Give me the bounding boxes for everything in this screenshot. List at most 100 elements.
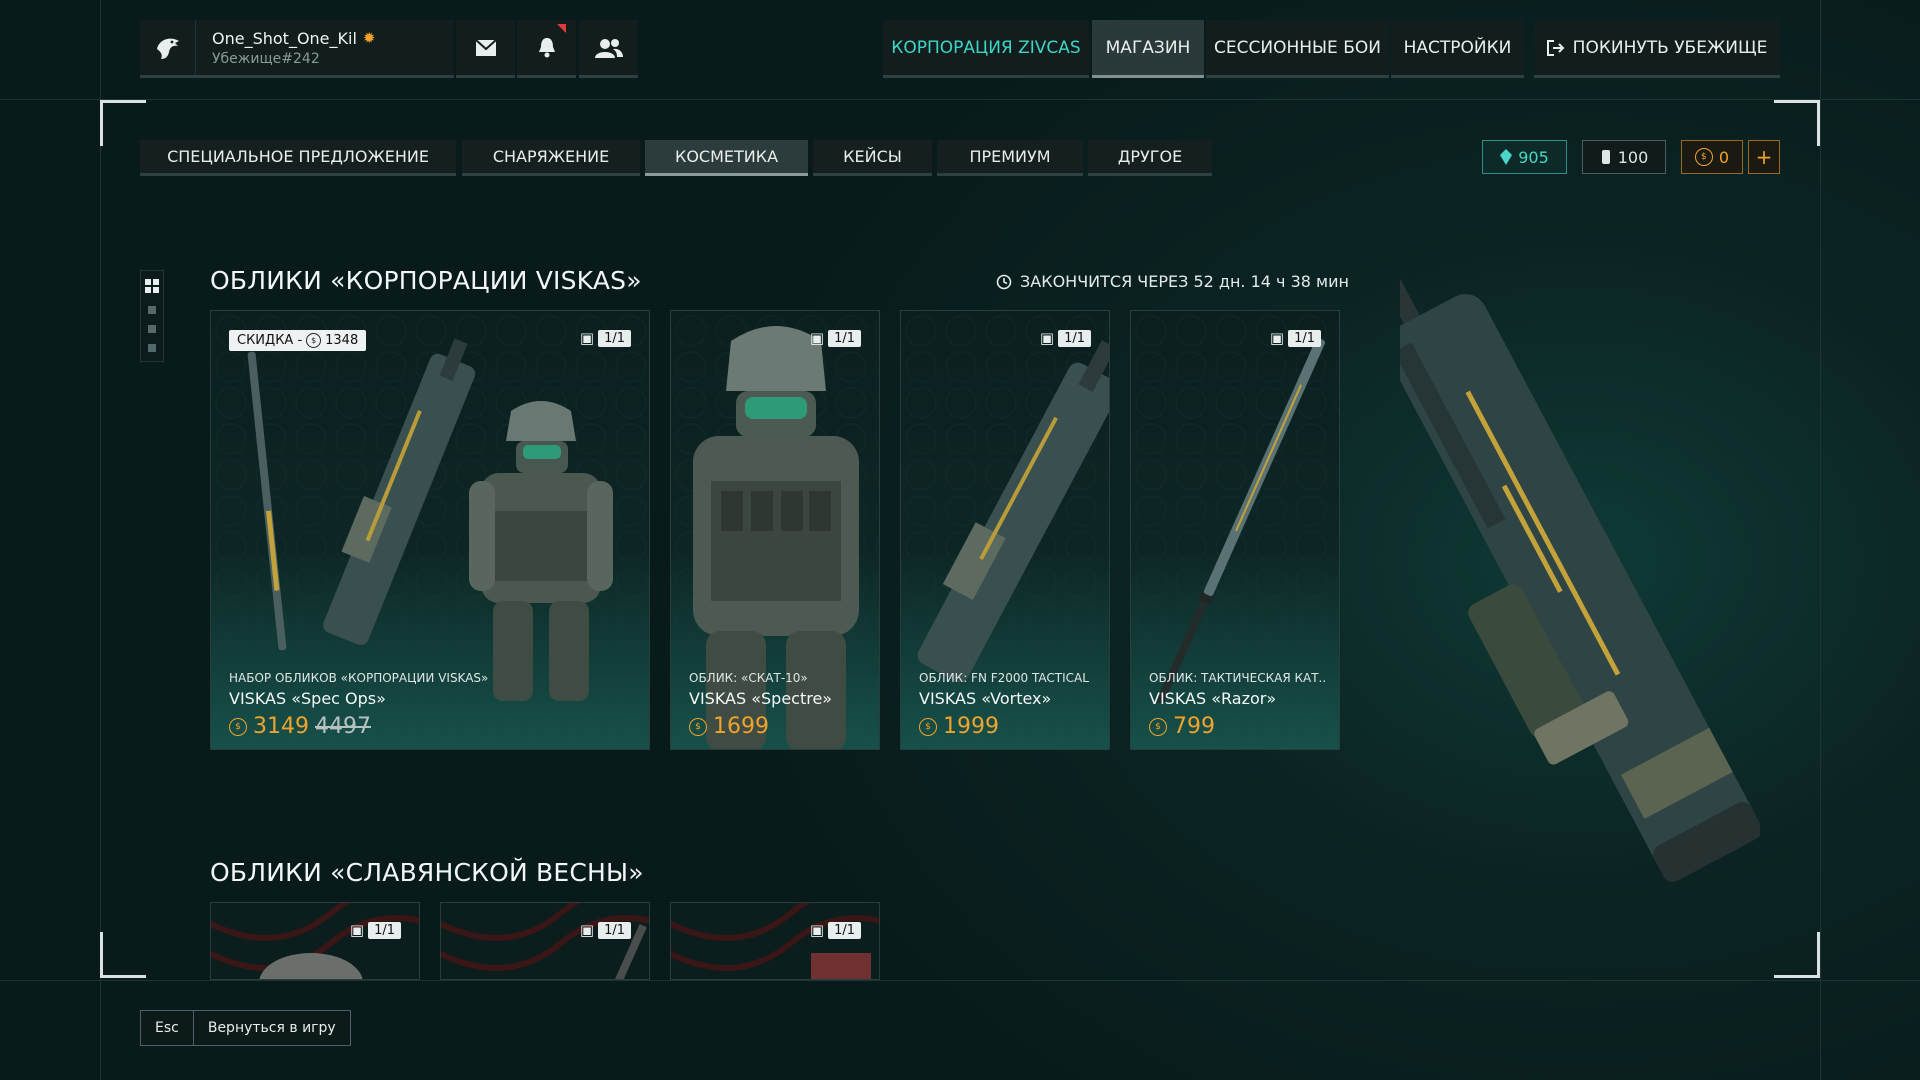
coin-icon: $ bbox=[919, 717, 937, 736]
box-icon: ▣ bbox=[1269, 329, 1285, 347]
crystals-value: 905 bbox=[1518, 147, 1549, 167]
token-icon bbox=[1601, 150, 1610, 164]
price-value: 799 bbox=[1173, 714, 1215, 739]
card-price: $ 1999 bbox=[919, 714, 999, 739]
return-to-game-button[interactable]: Esc Вернуться в игру bbox=[140, 1010, 351, 1046]
leave-shelter-label: ПОКИНУТЬ УБЕЖИЩЕ bbox=[1572, 37, 1768, 58]
stock-badge: ▣ 1/1 bbox=[1040, 329, 1091, 347]
tokens-value: 100 bbox=[1617, 147, 1649, 167]
bell-icon bbox=[538, 37, 555, 57]
price-value: 3149 bbox=[253, 714, 309, 739]
card-subtitle: ОБЛИК: «СКАТ-10» bbox=[689, 671, 808, 685]
swirl-pattern bbox=[671, 903, 879, 979]
discount-badge: СКИДКА - $ 1348 bbox=[229, 330, 367, 351]
card-subtitle: ОБЛИК: FN F2000 TACTICAL bbox=[919, 671, 1089, 685]
esc-key: Esc bbox=[141, 1011, 194, 1045]
tab-special-offer[interactable]: СПЕЦИАЛЬНОЕ ПРЕДЛОЖЕНИЕ bbox=[140, 140, 456, 176]
mail-button[interactable] bbox=[456, 20, 515, 78]
card-name: VISKAS «Spec Ops» bbox=[229, 689, 386, 708]
tab-other[interactable]: ДРУГОЕ bbox=[1088, 140, 1212, 176]
clock-icon bbox=[996, 274, 1012, 289]
box-icon: ▣ bbox=[579, 329, 595, 347]
stock-count: 1/1 bbox=[598, 329, 631, 347]
shelter-id: Убежище#242 bbox=[212, 50, 320, 67]
coin-icon: $ bbox=[229, 717, 247, 736]
stock-count: 1/1 bbox=[828, 921, 861, 939]
stock-count: 1/1 bbox=[368, 921, 401, 939]
view-switcher[interactable] bbox=[140, 270, 164, 362]
frame-line-right bbox=[1820, 0, 1821, 1080]
box-icon: ▣ bbox=[1039, 329, 1055, 347]
coin-icon: $ bbox=[1149, 717, 1167, 736]
stock-count: 1/1 bbox=[1058, 329, 1091, 347]
grid-icon[interactable] bbox=[145, 279, 159, 293]
shop-card[interactable]: ▣ 1/1 bbox=[440, 902, 650, 980]
card-price: $ 1699 bbox=[689, 714, 769, 739]
gear-badge-icon: ✹ bbox=[362, 29, 376, 47]
price-value: 1999 bbox=[943, 714, 999, 739]
frame-line-left bbox=[100, 0, 101, 1080]
stock-badge: ▣ 1/1 bbox=[1270, 329, 1321, 347]
card-subtitle: ОБЛИК: ТАКТИЧЕСКАЯ КАТ.. bbox=[1149, 671, 1327, 685]
shop-card-razor[interactable]: ▣ 1/1 ОБЛИК: ТАКТИЧЕСКАЯ КАТ.. VISKAS «R… bbox=[1130, 310, 1340, 750]
eagle-avatar-icon bbox=[140, 20, 196, 75]
coins-balance[interactable]: $ 0 bbox=[1681, 140, 1743, 174]
stock-badge: ▣ 1/1 bbox=[580, 921, 631, 939]
corner-bracket bbox=[1774, 100, 1820, 146]
return-label: Вернуться в игру bbox=[207, 1020, 336, 1036]
card-name: VISKAS «Razor» bbox=[1149, 689, 1277, 708]
username: One_Shot_One_Kil bbox=[212, 28, 357, 48]
coin-icon: $ bbox=[689, 717, 707, 736]
shop-card[interactable]: ▣ 1/1 bbox=[670, 902, 880, 980]
card-price: $ 3149 4497 bbox=[229, 714, 371, 739]
tab-equipment[interactable]: СНАРЯЖЕНИЕ bbox=[462, 140, 640, 176]
frame-line-top bbox=[0, 99, 1920, 100]
add-currency-button[interactable]: + bbox=[1748, 140, 1780, 174]
stock-badge: ▣ 1/1 bbox=[580, 329, 631, 347]
swirl-pattern bbox=[211, 903, 419, 979]
card-price: $ 799 bbox=[1149, 714, 1215, 739]
page-dot[interactable] bbox=[148, 325, 156, 333]
leave-shelter-button[interactable]: ПОКИНУТЬ УБЕЖИЩЕ bbox=[1534, 20, 1780, 78]
card-name: VISKAS «Spectre» bbox=[689, 689, 833, 708]
weapon-preview-art bbox=[1400, 271, 1760, 882]
friends-icon bbox=[594, 38, 623, 58]
corner-bracket bbox=[1774, 932, 1820, 978]
page-dot[interactable] bbox=[148, 344, 156, 352]
crystals-balance[interactable]: 905 bbox=[1482, 140, 1567, 174]
discount-label: СКИДКА - bbox=[237, 333, 303, 348]
stock-count: 1/1 bbox=[1288, 329, 1321, 347]
page-dot[interactable] bbox=[148, 306, 156, 314]
corner-bracket bbox=[100, 932, 146, 978]
card-name: VISKAS «Vortex» bbox=[919, 689, 1052, 708]
stock-badge: ▣ 1/1 bbox=[350, 921, 401, 939]
shop-card-vortex[interactable]: ▣ 1/1 ОБЛИК: FN F2000 TACTICAL VISKAS «V… bbox=[900, 310, 1110, 750]
tokens-balance[interactable]: 100 bbox=[1582, 140, 1666, 174]
friends-button[interactable] bbox=[579, 20, 638, 78]
stock-badge: ▣ 1/1 bbox=[810, 329, 861, 347]
shop-card-spec-ops[interactable]: СКИДКА - $ 1348 ▣ 1/1 НАБОР ОБЛИКОВ «КОР… bbox=[210, 310, 650, 750]
swirl-pattern bbox=[441, 903, 649, 979]
coin-icon: $ bbox=[306, 333, 322, 348]
tab-premium[interactable]: ПРЕМИУМ bbox=[937, 140, 1083, 176]
offer-timer: ЗАКОНЧИТСЯ ЧЕРЕЗ 52 дн. 14 ч 38 мин bbox=[996, 272, 1349, 291]
nav-session-battles[interactable]: СЕССИОННЫЕ БОИ bbox=[1206, 20, 1389, 78]
tab-cases[interactable]: КЕЙСЫ bbox=[813, 140, 932, 176]
nav-corporation-zivcas[interactable]: КОРПОРАЦИЯ ZIVCAS bbox=[883, 20, 1089, 78]
shop-card[interactable]: ▣ 1/1 bbox=[210, 902, 420, 980]
exit-icon bbox=[1546, 39, 1565, 56]
box-icon: ▣ bbox=[809, 329, 825, 347]
old-price: 4497 bbox=[315, 714, 371, 739]
timer-text: ЗАКОНЧИТСЯ ЧЕРЕЗ 52 дн. 14 ч 38 мин bbox=[1020, 272, 1349, 291]
nav-settings[interactable]: НАСТРОЙКИ bbox=[1391, 20, 1524, 78]
shop-card-spectre[interactable]: ▣ 1/1 ОБЛИК: «СКАТ-10» VISKAS «Spectre» … bbox=[670, 310, 880, 750]
notification-indicator bbox=[557, 24, 566, 33]
notifications-button[interactable] bbox=[517, 20, 576, 78]
stock-badge: ▣ 1/1 bbox=[810, 921, 861, 939]
tab-cosmetics[interactable]: КОСМЕТИКА bbox=[645, 140, 808, 176]
stock-count: 1/1 bbox=[828, 329, 861, 347]
price-value: 1699 bbox=[713, 714, 769, 739]
frame-line-bottom bbox=[0, 980, 1920, 981]
profile-panel[interactable]: One_Shot_One_Kil ✹ Убежище#242 bbox=[140, 20, 454, 78]
nav-shop[interactable]: МАГАЗИН bbox=[1092, 20, 1204, 78]
